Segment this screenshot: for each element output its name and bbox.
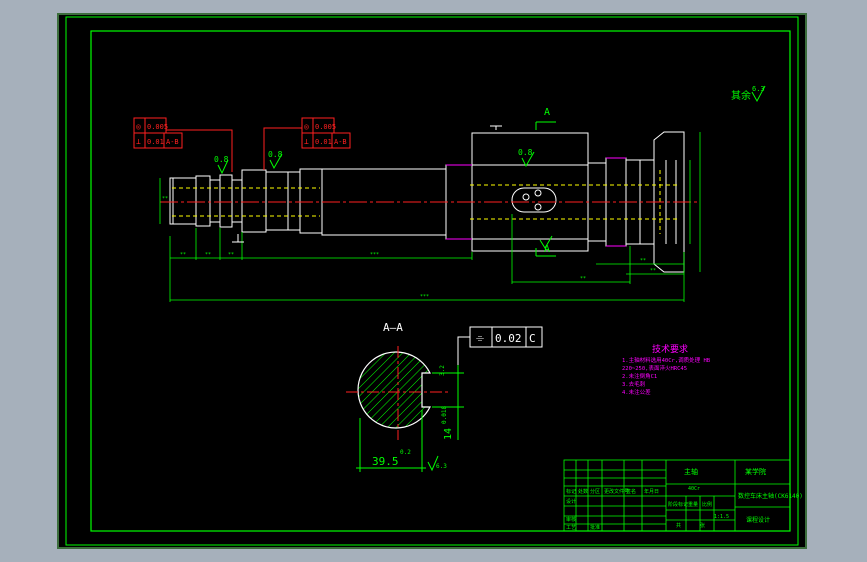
tol1-symbol2: ⊥ [136, 137, 141, 146]
section-frame-value: 0.02 [495, 332, 522, 345]
section-marker-top: A [544, 107, 550, 118]
tol2-symbol2: ⊥ [304, 137, 309, 146]
roughness-value-2: 0.8 [268, 150, 283, 159]
notes-title: 技术要求 [652, 343, 688, 355]
tb-material: 40Cr [688, 486, 700, 492]
tb-scale: 1:1.5 [714, 514, 729, 520]
section-frame-datum: C [529, 332, 536, 345]
section-marker-bottom: A [544, 244, 550, 255]
svg-text:***: *** [370, 252, 379, 258]
tb-sheet-2: 张 [700, 522, 705, 529]
notes-line-4: 3.去毛刺 [622, 380, 646, 388]
tb-stage: 阶段标记 [668, 501, 688, 508]
tb-company: 某学院 [745, 467, 766, 476]
tol1-value: 0.005 [147, 123, 168, 131]
tb-drawing-name: 主轴 [684, 467, 698, 476]
tb-header-date: 年月日 [644, 488, 659, 495]
general-roughness-value: 6.3 [752, 85, 765, 93]
tb-header-sign: 签名 [626, 488, 636, 495]
tol2-value2: 0.01 [315, 138, 332, 146]
section-width-tol: 0.2 [400, 449, 411, 456]
notes-line-2: 220~250,表面淬火HRC45 [622, 364, 687, 372]
tol2-datum: A-B [334, 138, 347, 146]
tb-ratio-label: 比例 [702, 501, 712, 508]
section-width-dim: 39.5 [372, 455, 399, 468]
roughness-value-1: 0.8 [214, 155, 229, 164]
notes-line-3: 2.未注倒角C1 [622, 372, 657, 380]
tb-weight: 重量 [688, 501, 698, 508]
tb-doc-type: 课程设计 [746, 516, 770, 524]
svg-text:**: ** [180, 252, 186, 258]
section-height-tol: 0.018 [441, 406, 448, 424]
tb-header-count: 处数 [578, 488, 588, 495]
svg-text:**: ** [650, 268, 656, 274]
svg-text:**: ** [162, 196, 168, 202]
svg-text:**: ** [228, 252, 234, 258]
tb-product: 数控车床主轴(CK6140) [738, 492, 803, 500]
tol1-datum: A-B [166, 138, 179, 146]
svg-text:**: ** [580, 276, 586, 282]
tb-row-review: 审核 [566, 516, 576, 523]
notes-line-1: 1.主轴材料选用40Cr,调质处理 HB [622, 356, 711, 364]
tol2-value: 0.005 [315, 123, 336, 131]
tb-approve: 批准 [590, 524, 600, 531]
tb-header-mark: 标记 [566, 488, 576, 495]
svg-text:***: *** [420, 294, 429, 300]
section-keyway-dim: 3.2 [439, 365, 446, 376]
section-frame-symbol: ⌯ [476, 333, 484, 344]
tb-sheet-1: 共 [676, 522, 681, 529]
section-title: A—A [383, 321, 403, 334]
cad-drawing-canvas: 其余 6.3 *** *** ** ** ** ** ** ** ** 0.8 … [57, 13, 807, 549]
svg-text:**: ** [640, 258, 646, 264]
tb-row-process: 工艺 [566, 525, 576, 531]
tol1-value2: 0.01 [147, 138, 164, 146]
general-roughness-label: 其余 [731, 89, 751, 102]
roughness-value-3: 0.8 [518, 148, 533, 157]
section-roughness: 6.3 [436, 463, 447, 470]
tb-row-design: 设计 [566, 498, 576, 505]
tb-header-zone: 分区 [590, 488, 600, 495]
notes-line-5: 4.未注公差 [622, 388, 651, 396]
section-height-dim: 14 [443, 428, 454, 440]
tol1-symbol: ◎ [136, 122, 141, 131]
svg-text:**: ** [205, 252, 211, 258]
tol2-symbol: ◎ [304, 122, 309, 131]
